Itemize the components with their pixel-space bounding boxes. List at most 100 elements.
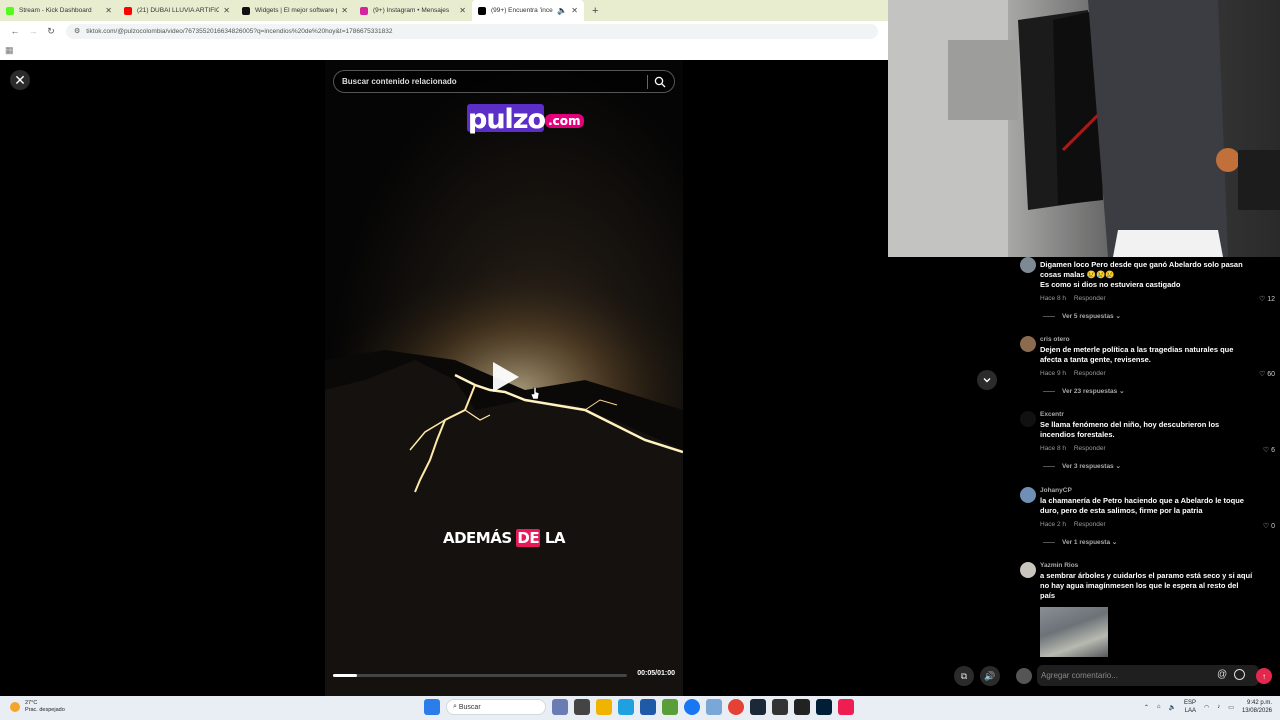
play-icon[interactable] <box>493 362 519 392</box>
view-replies-button[interactable]: Ver 3 respuestas ⌄ <box>1043 462 1255 470</box>
comment-time: Hace 9 h <box>1040 370 1067 377</box>
steam-icon[interactable] <box>750 699 766 715</box>
reply-button[interactable]: Responder <box>1074 370 1106 377</box>
comment-username[interactable]: cris otero <box>1040 336 1255 343</box>
avatar <box>1016 668 1032 684</box>
speaker-icon[interactable]: ♪ <box>1217 704 1220 710</box>
browser-tabstrip: Stream - Kick Dashboard ✕ (21) DUBAI LLU… <box>0 0 888 21</box>
replies-label: Ver 5 respuestas <box>1062 312 1114 320</box>
file-explorer-icon[interactable] <box>596 699 612 715</box>
weather-widget[interactable]: 27°C Prac. despejado <box>10 700 65 714</box>
obs-icon[interactable] <box>794 699 810 715</box>
tiktok-app-icon[interactable] <box>838 699 854 715</box>
comment-time: Hace 8 h <box>1040 295 1067 302</box>
comment-username[interactable]: Yazmin Rios <box>1040 562 1255 569</box>
battery-icon[interactable]: ▭ <box>1228 704 1234 711</box>
view-replies-button[interactable]: Ver 23 respuestas ⌄ <box>1043 387 1255 395</box>
app-icon[interactable] <box>706 699 722 715</box>
network-icon[interactable]: ⌂ <box>1157 704 1161 710</box>
clock[interactable]: 9:42 p.m. 13/08/2026 <box>1242 699 1272 715</box>
like-count: 60 <box>1267 371 1275 378</box>
language-indicator[interactable]: ESP LAA <box>1184 699 1196 715</box>
comment-text: Se llama fenómeno del niño, hoy descubri… <box>1040 420 1220 439</box>
tab-widgets[interactable]: Widgets | El mejor software pa ✕ <box>236 0 354 21</box>
widgets-icon[interactable] <box>574 699 590 715</box>
reload-button[interactable]: ↻ <box>42 26 60 37</box>
back-button[interactable]: ← <box>6 26 24 36</box>
close-viewer-button[interactable]: ✕ <box>10 70 30 90</box>
close-tab-icon[interactable]: ✕ <box>223 6 230 15</box>
comment-input-bar: Agregar comentario... @ ↑ <box>1010 663 1280 689</box>
comment-username[interactable]: Excentr <box>1040 411 1255 418</box>
close-tab-icon[interactable]: ✕ <box>105 6 112 15</box>
comment-attached-image[interactable] <box>1040 607 1108 657</box>
taskbar-search[interactable]: ⌕ Buscar <box>446 699 546 715</box>
edge-icon[interactable] <box>618 699 634 715</box>
like-button[interactable]: ♡ 0 <box>1263 522 1275 530</box>
comments-panel: Digamen loco Pero desde que ganó Abelard… <box>1010 257 1280 657</box>
video-caption: ADEMÁS DE LA <box>325 529 683 547</box>
photoshop-icon[interactable] <box>816 699 832 715</box>
comment-text: Digamen loco Pero desde que ganó Abelard… <box>1040 260 1243 279</box>
reply-button[interactable]: Responder <box>1074 521 1106 528</box>
progress-bar[interactable] <box>333 674 627 677</box>
system-tray: ⌃ ⌂ 🔈 ESP LAA ◠ ♪ ▭ 9:42 p.m. 13/08/2026 <box>1144 699 1272 715</box>
tab-tiktok[interactable]: (99+) Encuentra 'incendios d 🔈 ✕ <box>472 0 584 21</box>
widget-icon <box>242 6 250 15</box>
url-input[interactable]: ⚙ tiktok.com/@pulzocolombia/video/767355… <box>66 23 878 39</box>
avatar[interactable] <box>1020 411 1036 427</box>
tab-youtube[interactable]: (21) DUBAI LLUVIA ARTIFICIAL ✕ <box>118 0 236 21</box>
send-button[interactable]: ↑ <box>1256 668 1272 684</box>
avatar[interactable] <box>1020 336 1036 352</box>
new-tab-button[interactable]: + <box>584 0 606 21</box>
close-tab-icon[interactable]: ✕ <box>459 6 466 15</box>
facebook-icon[interactable] <box>684 699 700 715</box>
wifi-icon[interactable]: ◠ <box>1204 704 1209 711</box>
tray-chevron-icon[interactable]: ⌃ <box>1144 704 1149 711</box>
apps-grid-icon[interactable]: ▦ <box>5 45 14 56</box>
search-icon[interactable] <box>654 76 666 88</box>
store-icon[interactable] <box>640 699 656 715</box>
close-tab-icon[interactable]: ✕ <box>571 6 578 15</box>
close-tab-icon[interactable]: ✕ <box>341 6 348 15</box>
minecraft-icon[interactable] <box>662 699 678 715</box>
tab-title: (99+) Encuentra 'incendios d <box>491 7 553 14</box>
next-video-button[interactable] <box>977 370 997 390</box>
clock-date: 13/08/2026 <box>1241 708 1272 714</box>
language-code: ESP <box>1184 700 1197 706</box>
tab-instagram[interactable]: (9+) Instagram • Mensajes ✕ <box>354 0 472 21</box>
avatar[interactable] <box>1020 257 1036 273</box>
view-replies-button[interactable]: Ver 5 respuestas ⌄ <box>1043 312 1255 320</box>
reply-button[interactable]: Responder <box>1074 445 1106 452</box>
youtube-icon <box>124 6 132 15</box>
forward-button[interactable]: → <box>24 26 42 36</box>
mute-tab-icon[interactable]: 🔈 <box>557 6 567 15</box>
volume-icon[interactable]: 🔊 <box>980 666 1000 686</box>
avatar[interactable] <box>1020 487 1036 503</box>
task-view-icon[interactable] <box>552 699 568 715</box>
tab-kick[interactable]: Stream - Kick Dashboard ✕ <box>0 0 118 21</box>
related-search-input[interactable]: Buscar contenido relacionado <box>333 70 675 93</box>
video-player[interactable]: Buscar contenido relacionado pulzo .com A… <box>325 60 683 696</box>
replies-label: Ver 1 respuesta <box>1062 538 1111 546</box>
terminal-icon[interactable] <box>772 699 788 715</box>
mention-button[interactable]: @ <box>1217 669 1227 680</box>
chrome-icon[interactable] <box>728 699 744 715</box>
emoji-icon[interactable] <box>1234 669 1245 680</box>
reply-button[interactable]: Responder <box>1074 295 1106 302</box>
comment-username[interactable]: JohanyCP <box>1040 487 1255 494</box>
site-info-icon[interactable]: ⚙ <box>74 27 80 35</box>
view-replies-button[interactable]: Ver 1 respuesta ⌄ <box>1043 538 1255 546</box>
avatar[interactable] <box>1020 562 1036 578</box>
windows-start-icon[interactable] <box>424 699 440 715</box>
taskbar-apps: ⌕ Buscar <box>424 699 854 715</box>
like-button[interactable]: ♡ 60 <box>1259 370 1275 378</box>
volume-tray-icon[interactable]: 🔈 <box>1169 704 1176 711</box>
chevron-down-icon <box>983 378 991 383</box>
like-button[interactable]: ♡ 12 <box>1259 295 1275 303</box>
taskbar: 27°C Prac. despejado ⌕ Buscar ⌃ ⌂ 🔈 ESP … <box>0 696 1280 720</box>
like-button[interactable]: ♡ 6 <box>1263 446 1275 454</box>
divider <box>647 75 648 89</box>
picture-in-picture-icon[interactable]: ⧉ <box>954 666 974 686</box>
caption-word: ADEMÁS <box>443 529 512 547</box>
